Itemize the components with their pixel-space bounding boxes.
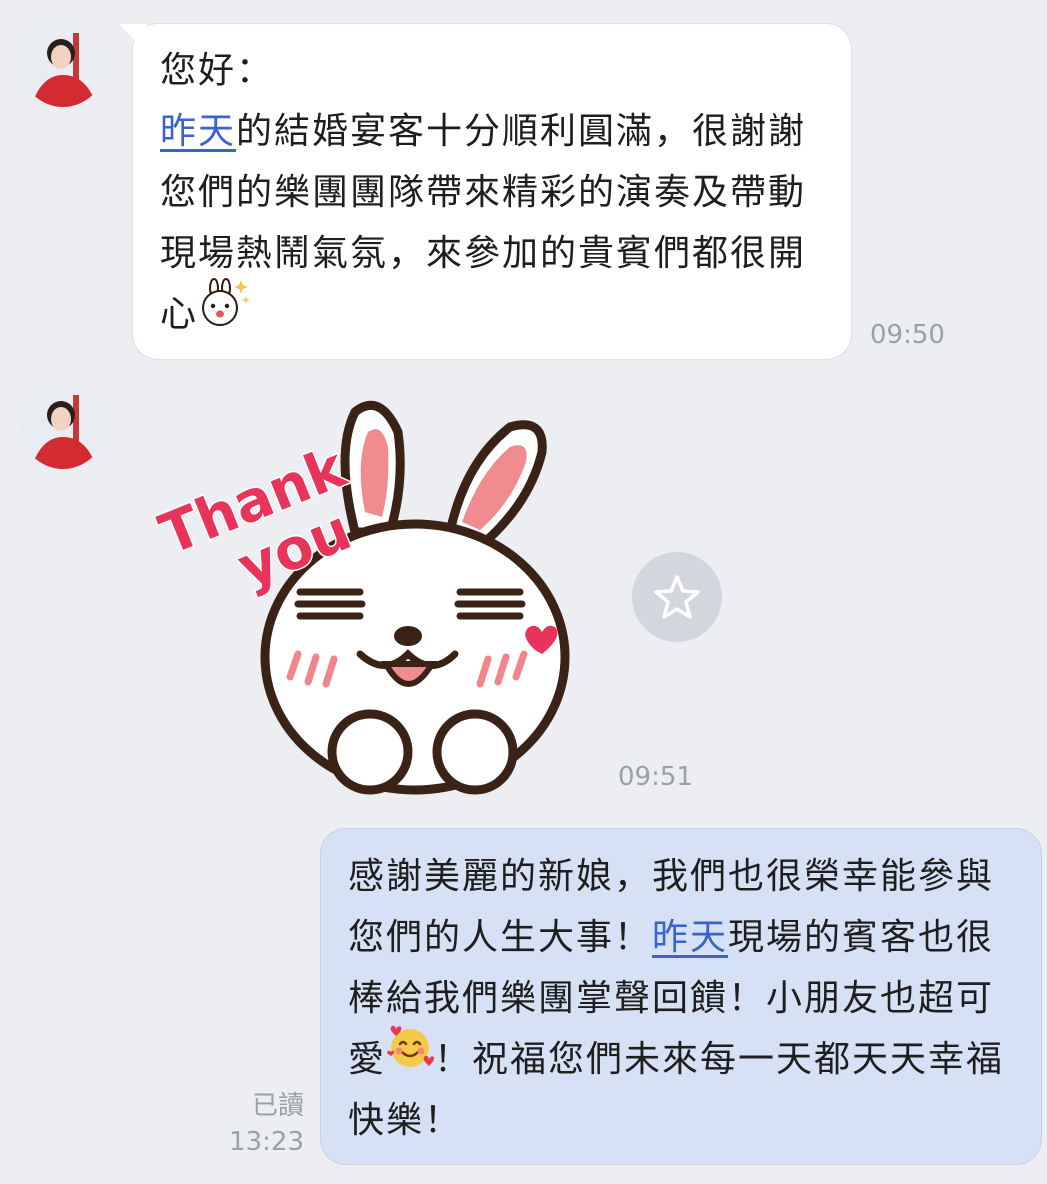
thank-you-bunny-sticker[interactable]: Thank you	[150, 392, 580, 802]
sender-avatar[interactable]	[21, 23, 105, 107]
message-timestamp: 09:50	[870, 320, 945, 350]
outgoing-message-bubble[interactable]: 感謝美麗的新娘，我們也很榮幸能參與您們的人生大事！昨天現場的賓客也很棒給我們樂團…	[320, 828, 1042, 1165]
favorite-sticker-button[interactable]	[632, 552, 722, 642]
sender-avatar[interactable]	[21, 385, 105, 469]
message-text-part3: ！祝福您們未來每一天都天天幸福快樂！	[348, 1039, 1005, 1141]
message-timestamp: 13:23	[229, 1127, 304, 1157]
message-text: 昨天的結婚宴客十分順利圓滿，很謝謝您們的樂團團隊帶來精彩的演奏及帶動現場熱鬧氣氛…	[160, 101, 825, 347]
message-timestamp: 09:51	[618, 762, 693, 792]
star-icon	[654, 575, 700, 619]
date-link[interactable]: 昨天	[160, 111, 236, 152]
incoming-message-bubble[interactable]: 您好： 昨天的結婚宴客十分順利圓滿，很謝謝您們的樂團團隊帶來精彩的演奏及帶動現場…	[119, 23, 852, 360]
message-greeting: 您好：	[160, 50, 275, 91]
bubble-tail	[119, 24, 147, 54]
cony-sparkle-emoji	[198, 276, 252, 347]
smiling-face-with-hearts-emoji	[386, 1024, 435, 1089]
message-body: 的結婚宴客十分順利圓滿，很謝謝您們的樂團團隊帶來精彩的演奏及帶動現場熱鬧氣氛，來…	[160, 111, 807, 335]
read-receipt: 已讀 13:23	[200, 1088, 304, 1160]
date-link[interactable]: 昨天	[652, 917, 728, 958]
read-label: 已讀	[251, 1091, 304, 1121]
